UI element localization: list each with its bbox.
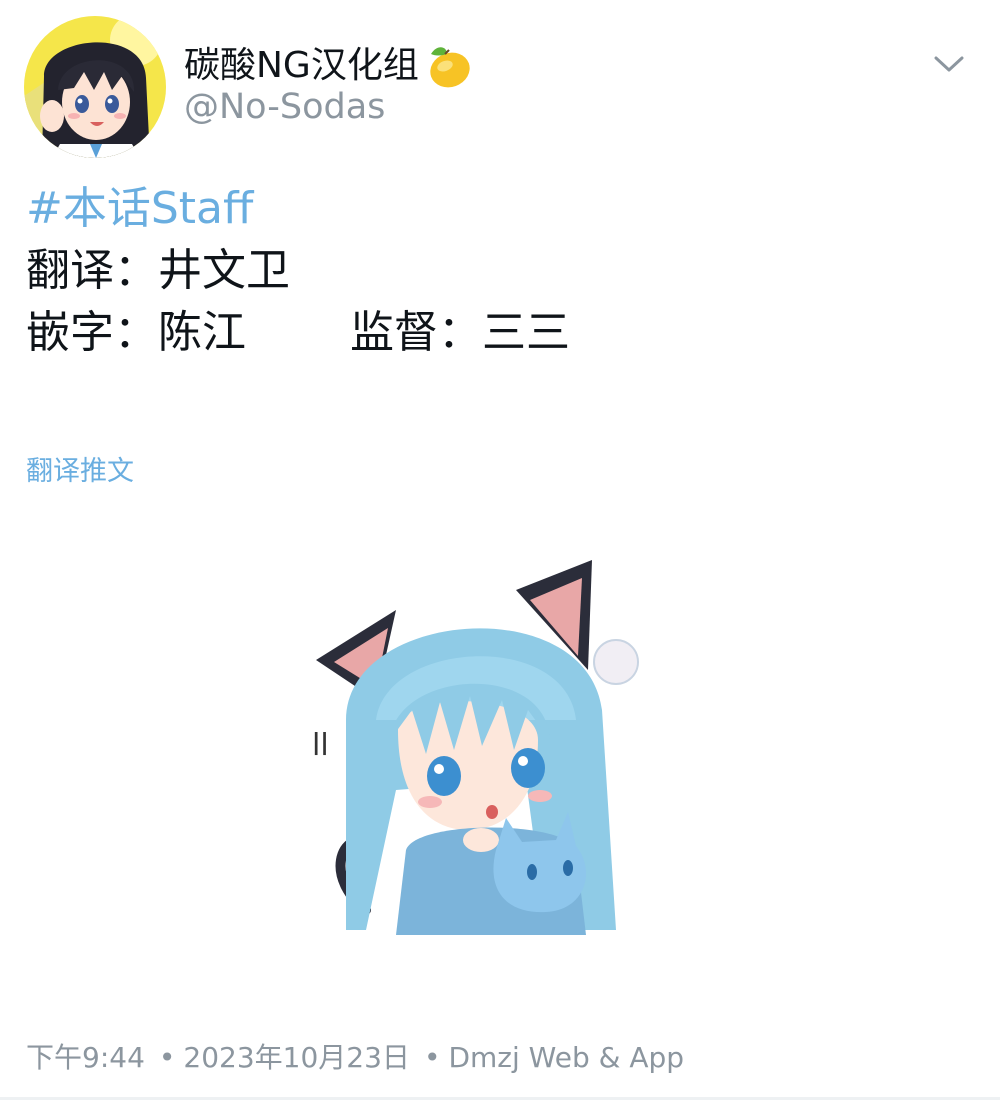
side-marks: ll	[312, 728, 329, 763]
author-avatar[interactable]	[24, 16, 166, 158]
meta-separator: •	[158, 1041, 176, 1074]
display-name-row[interactable]: 碳酸NG汉化组	[184, 40, 473, 92]
tweet-body: #本话Staff 翻译：井文卫 嵌字：陈江 监督：三三	[26, 178, 966, 364]
staff-translation-line: 翻译：井文卫	[26, 245, 290, 296]
meta-separator: •	[423, 1041, 441, 1074]
chibi-catgirl-sticker-icon: ll 何してるの一	[312, 560, 696, 935]
staff-supervisor-text: 监督：三三	[350, 307, 570, 358]
tweet-time[interactable]: 下午9:44	[26, 1041, 145, 1074]
tweet-metadata: 下午9:44 • 2023年10月23日 • Dmzj Web & App	[26, 1040, 684, 1076]
translate-tweet-link[interactable]: 翻译推文	[26, 456, 134, 488]
tweet-source[interactable]: Dmzj Web & App	[448, 1041, 684, 1074]
anime-girl-avatar-icon	[24, 16, 166, 158]
display-name[interactable]: 碳酸NG汉化组	[184, 48, 419, 84]
lemon-emoji-icon	[423, 42, 473, 90]
sticker-vertical-text: 何してるの一	[650, 639, 696, 827]
tweet-menu-button[interactable]	[924, 40, 974, 88]
chevron-down-icon	[934, 56, 964, 72]
tweet-media-image[interactable]: ll 何してるの一	[306, 550, 696, 935]
staff-typeset-text: 嵌字：陈江	[26, 307, 246, 358]
author-handle[interactable]: @No-Sodas	[184, 88, 385, 127]
staff-typeset-supervisor-line: 嵌字：陈江 监督：三三	[26, 302, 966, 364]
sticker-vertical-text-line: 何してるの一	[650, 639, 696, 827]
hashtag-link[interactable]: #本话Staff	[26, 178, 966, 240]
tweet-date[interactable]: 2023年10月23日	[183, 1041, 410, 1074]
